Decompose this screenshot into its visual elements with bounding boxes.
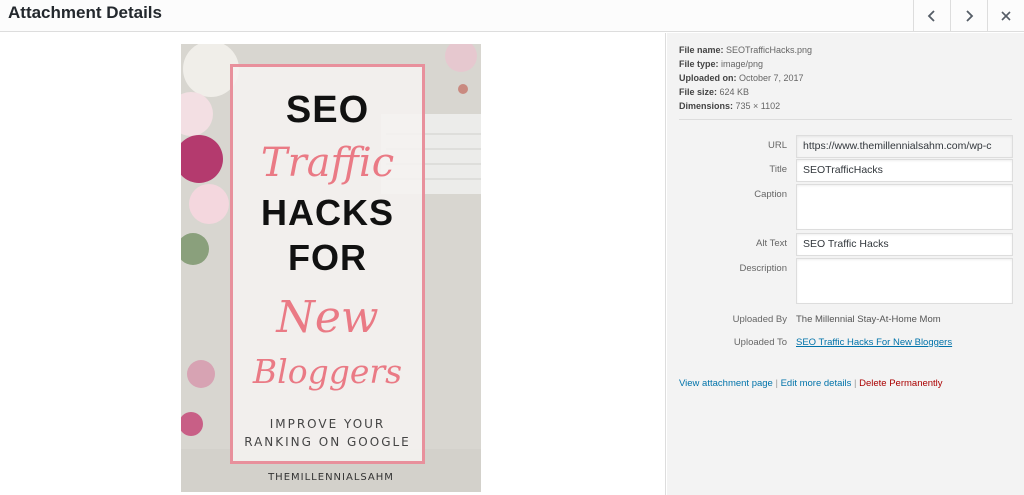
caption-field[interactable] (796, 184, 1013, 230)
file-name-row: File name: SEOTrafficHacks.png (679, 43, 812, 57)
file-name-label: File name: (679, 45, 724, 55)
file-size-row: File size: 624 KB (679, 85, 812, 99)
file-type-row: File type: image/png (679, 57, 812, 71)
uploaded-to-label: Uploaded To (733, 337, 787, 348)
next-attachment-button[interactable] (950, 0, 987, 32)
chevron-right-icon (964, 10, 974, 22)
modal-header: Attachment Details (0, 0, 1024, 32)
alt-text-field[interactable]: SEO Traffic Hacks (796, 233, 1013, 256)
poster-tagline-line-2: RANKING ON GOOGLE (244, 435, 411, 449)
description-field[interactable] (796, 258, 1013, 304)
poster-text-frame: SEO Traffic HACKS FOR New Bloggers IMPRO… (230, 64, 425, 464)
file-size-label: File size: (679, 87, 718, 97)
attachment-details-sidebar: File name: SEOTrafficHacks.png File type… (667, 33, 1024, 495)
file-type-value: image/png (721, 59, 764, 69)
poster-tagline-line-1: IMPROVE YOUR (269, 417, 386, 431)
close-icon (1001, 11, 1011, 21)
uploaded-by-value: The Millennial Stay-At-Home Mom (796, 314, 941, 325)
url-field[interactable]: https://www.themillennialsahm.com/wp-c (796, 135, 1013, 158)
attachment-preview-pane: SEO Traffic HACKS FOR New Bloggers IMPRO… (0, 33, 666, 495)
delete-permanently-link[interactable]: Delete Permanently (859, 378, 942, 389)
poster-line-new: New (276, 292, 379, 343)
poster-line-seo: SEO (285, 89, 370, 131)
file-info: File name: SEOTrafficHacks.png File type… (679, 43, 812, 113)
poster-brand: THEMILLENNIALSAHM (268, 472, 394, 483)
description-label: Description (739, 263, 787, 274)
uploaded-on-label: Uploaded on: (679, 73, 737, 83)
action-separator: | (851, 378, 860, 389)
poster-tagline: IMPROVE YOUR RANKING ON GOOGLE (233, 415, 422, 451)
title-label: Title (769, 164, 787, 175)
file-type-label: File type: (679, 59, 719, 69)
details-divider (679, 119, 1012, 120)
caption-label: Caption (754, 189, 787, 200)
chevron-left-icon (927, 10, 937, 22)
poster-line-bloggers: Bloggers (252, 352, 403, 391)
uploaded-to-link[interactable]: SEO Traffic Hacks For New Bloggers (796, 337, 952, 348)
uploaded-by-label: Uploaded By (732, 314, 787, 325)
view-attachment-page-link[interactable]: View attachment page (679, 378, 773, 389)
attachment-image: SEO Traffic HACKS FOR New Bloggers IMPRO… (181, 44, 481, 492)
uploaded-on-value: October 7, 2017 (739, 73, 804, 83)
previous-attachment-button[interactable] (913, 0, 950, 32)
dimensions-row: Dimensions: 735 × 1102 (679, 99, 812, 113)
file-name-value: SEOTrafficHacks.png (726, 45, 813, 55)
close-modal-button[interactable] (987, 0, 1024, 32)
attachment-actions: View attachment page | Edit more details… (679, 378, 943, 389)
action-separator: | (772, 378, 781, 389)
poster-line-hacks: HACKS (260, 192, 394, 233)
modal-title: Attachment Details (8, 3, 162, 22)
url-label: URL (767, 140, 787, 151)
dimensions-value: 735 × 1102 (735, 101, 781, 111)
file-size-value: 624 KB (719, 87, 750, 97)
edit-more-details-link[interactable]: Edit more details (781, 378, 852, 389)
uploaded-on-row: Uploaded on: October 7, 2017 (679, 71, 812, 85)
dimensions-label: Dimensions: (679, 101, 734, 111)
poster-line-traffic: Traffic (260, 140, 395, 186)
attachment-details-modal: Attachment Details SEO Traffic HACKS FOR… (0, 0, 1024, 495)
poster-line-for: FOR (288, 237, 367, 278)
title-field[interactable]: SEOTrafficHacks (796, 159, 1013, 182)
alt-text-label: Alt Text (756, 238, 787, 249)
